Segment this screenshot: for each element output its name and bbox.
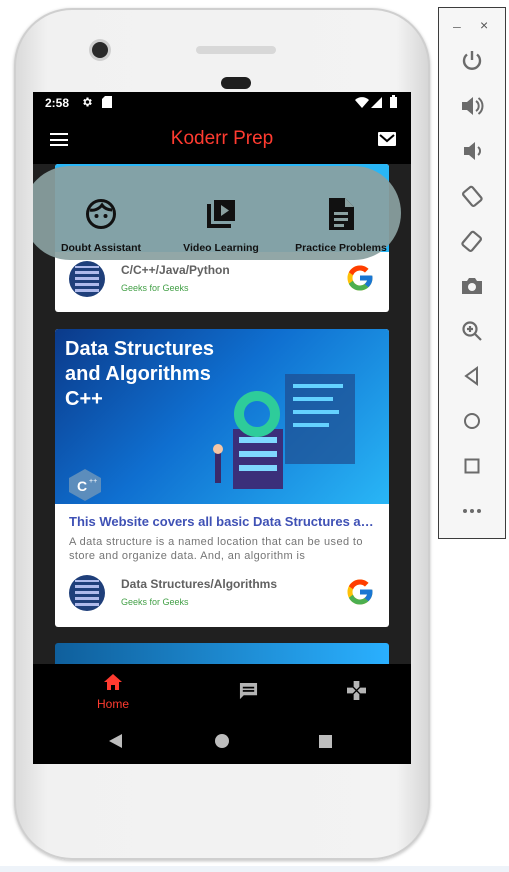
article-source: Geeks for Geeks	[121, 597, 189, 607]
speaker-grille	[196, 46, 276, 54]
article-meta: Data Structures/Algorithms Geeks for Gee…	[69, 575, 375, 611]
server-illustration	[213, 374, 355, 489]
avatar	[69, 261, 105, 297]
power-icon[interactable]	[459, 48, 485, 74]
doubt-assistant-label: Doubt Assistant	[60, 242, 142, 254]
document-icon	[329, 198, 354, 230]
practice-problems-button[interactable]: Practice Problems	[281, 166, 401, 260]
sd-card-icon	[102, 96, 112, 108]
avatar	[69, 575, 105, 611]
window-edge	[0, 866, 509, 872]
status-bar: 2:58	[33, 92, 411, 114]
volume-down-icon[interactable]	[459, 138, 485, 164]
minimize-icon[interactable]: –	[453, 18, 461, 34]
back-triangle-icon[interactable]	[459, 363, 485, 389]
close-icon[interactable]: ×	[480, 17, 488, 33]
home-circle-icon[interactable]	[215, 734, 229, 748]
volume-up-icon[interactable]	[459, 93, 485, 119]
recents-icon[interactable]	[319, 735, 332, 748]
article-meta: C/C++/Java/Python Geeks for Geeks	[69, 261, 375, 297]
bottom-navigation: Home	[33, 664, 411, 720]
article-card[interactable]	[55, 643, 389, 664]
banner-title: Data Structures and Algorithms C++	[65, 338, 214, 410]
video-learning-button[interactable]: Video Learning	[161, 166, 281, 260]
article-category: C/C++/Java/Python	[121, 263, 230, 277]
front-camera	[92, 42, 108, 58]
quick-actions-panel: Doubt Assistant Video Learning Practice …	[33, 166, 401, 260]
gamepad-icon[interactable]	[347, 681, 366, 700]
article-card[interactable]: Data Structures and Algorithms C++ C ++ …	[55, 329, 389, 627]
rotate-right-icon[interactable]	[459, 228, 485, 254]
status-time: 2:58	[45, 96, 70, 110]
back-icon[interactable]	[109, 734, 123, 748]
article-description: A data structure is a named location tha…	[69, 536, 363, 562]
google-logo-icon	[347, 265, 373, 291]
nav-home[interactable]: Home	[89, 674, 137, 711]
home-icon	[104, 674, 122, 690]
overview-square-icon[interactable]	[459, 453, 485, 479]
zoom-icon[interactable]	[459, 318, 485, 344]
camera-icon[interactable]	[459, 273, 485, 299]
emulator-toolbar: – ×	[438, 7, 506, 539]
article-headline[interactable]: This Website covers all basic Data Struc…	[69, 514, 379, 529]
video-learning-label: Video Learning	[183, 242, 259, 254]
signal-icon	[371, 97, 382, 108]
doubt-assistant-button[interactable]: Doubt Assistant	[41, 166, 161, 260]
video-library-icon	[207, 200, 235, 228]
feed[interactable]: C/C++/Java/Python Geeks for Geeks Data S…	[33, 164, 411, 664]
nav-home-label: Home	[96, 697, 129, 711]
rotate-left-icon[interactable]	[459, 183, 485, 209]
article-banner: Data Structures and Algorithms C++ C ++	[55, 329, 389, 504]
article-source: Geeks for Geeks	[121, 283, 189, 293]
app-bar: Koderr Prep	[33, 114, 411, 164]
practice-problems-label: Practice Problems	[295, 242, 387, 254]
home-circle-outline-icon[interactable]	[459, 408, 485, 434]
earpiece	[221, 77, 251, 89]
more-icon[interactable]	[459, 498, 485, 524]
chat-icon[interactable]	[239, 682, 258, 701]
face-icon	[86, 199, 116, 229]
system-navigation-bar	[33, 720, 411, 764]
svg-text:C: C	[77, 478, 87, 494]
app-title: Koderr Prep	[170, 128, 274, 149]
app-screen: 2:58 Koderr Prep C/C++/Java/Python Geeks…	[33, 92, 411, 764]
wifi-icon	[355, 97, 369, 108]
svg-text:++: ++	[89, 478, 97, 485]
battery-icon	[390, 95, 397, 108]
settings-icon	[83, 97, 92, 107]
google-logo-icon	[347, 579, 373, 605]
article-category: Data Structures/Algorithms	[121, 577, 278, 591]
mail-icon[interactable]	[377, 131, 397, 147]
cpp-logo-icon: C ++	[69, 469, 101, 501]
